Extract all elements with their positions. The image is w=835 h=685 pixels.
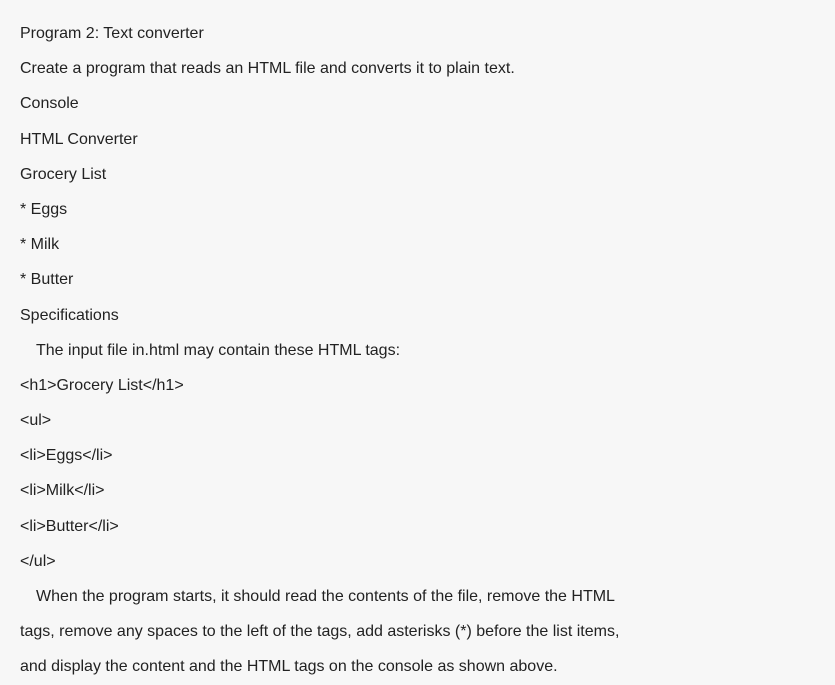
spec-input-file: The input file in.html may contain these… <box>20 333 815 368</box>
html-tag-h1: <h1>Grocery List</h1> <box>20 368 815 403</box>
html-tag-ul-close: </ul> <box>20 544 815 579</box>
console-label: Console <box>20 86 815 121</box>
console-heading: HTML Converter <box>20 122 815 157</box>
spec-behavior-line-3: and display the content and the HTML tag… <box>20 649 815 684</box>
html-tag-li-eggs: <li>Eggs</li> <box>20 438 815 473</box>
program-title: Program 2: Text converter <box>20 16 815 51</box>
spec-behavior-line-1: When the program starts, it should read … <box>20 579 815 614</box>
document-content: Program 2: Text converter Create a progr… <box>20 16 815 685</box>
output-grocery-list: Grocery List <box>20 157 815 192</box>
output-item-eggs: * Eggs <box>20 192 815 227</box>
output-item-butter: * Butter <box>20 262 815 297</box>
program-description: Create a program that reads an HTML file… <box>20 51 815 86</box>
html-tag-ul-open: <ul> <box>20 403 815 438</box>
specifications-label: Specifications <box>20 298 815 333</box>
html-tag-li-butter: <li>Butter</li> <box>20 509 815 544</box>
html-tag-li-milk: <li>Milk</li> <box>20 473 815 508</box>
output-item-milk: * Milk <box>20 227 815 262</box>
spec-behavior-line-2: tags, remove any spaces to the left of t… <box>20 614 815 649</box>
